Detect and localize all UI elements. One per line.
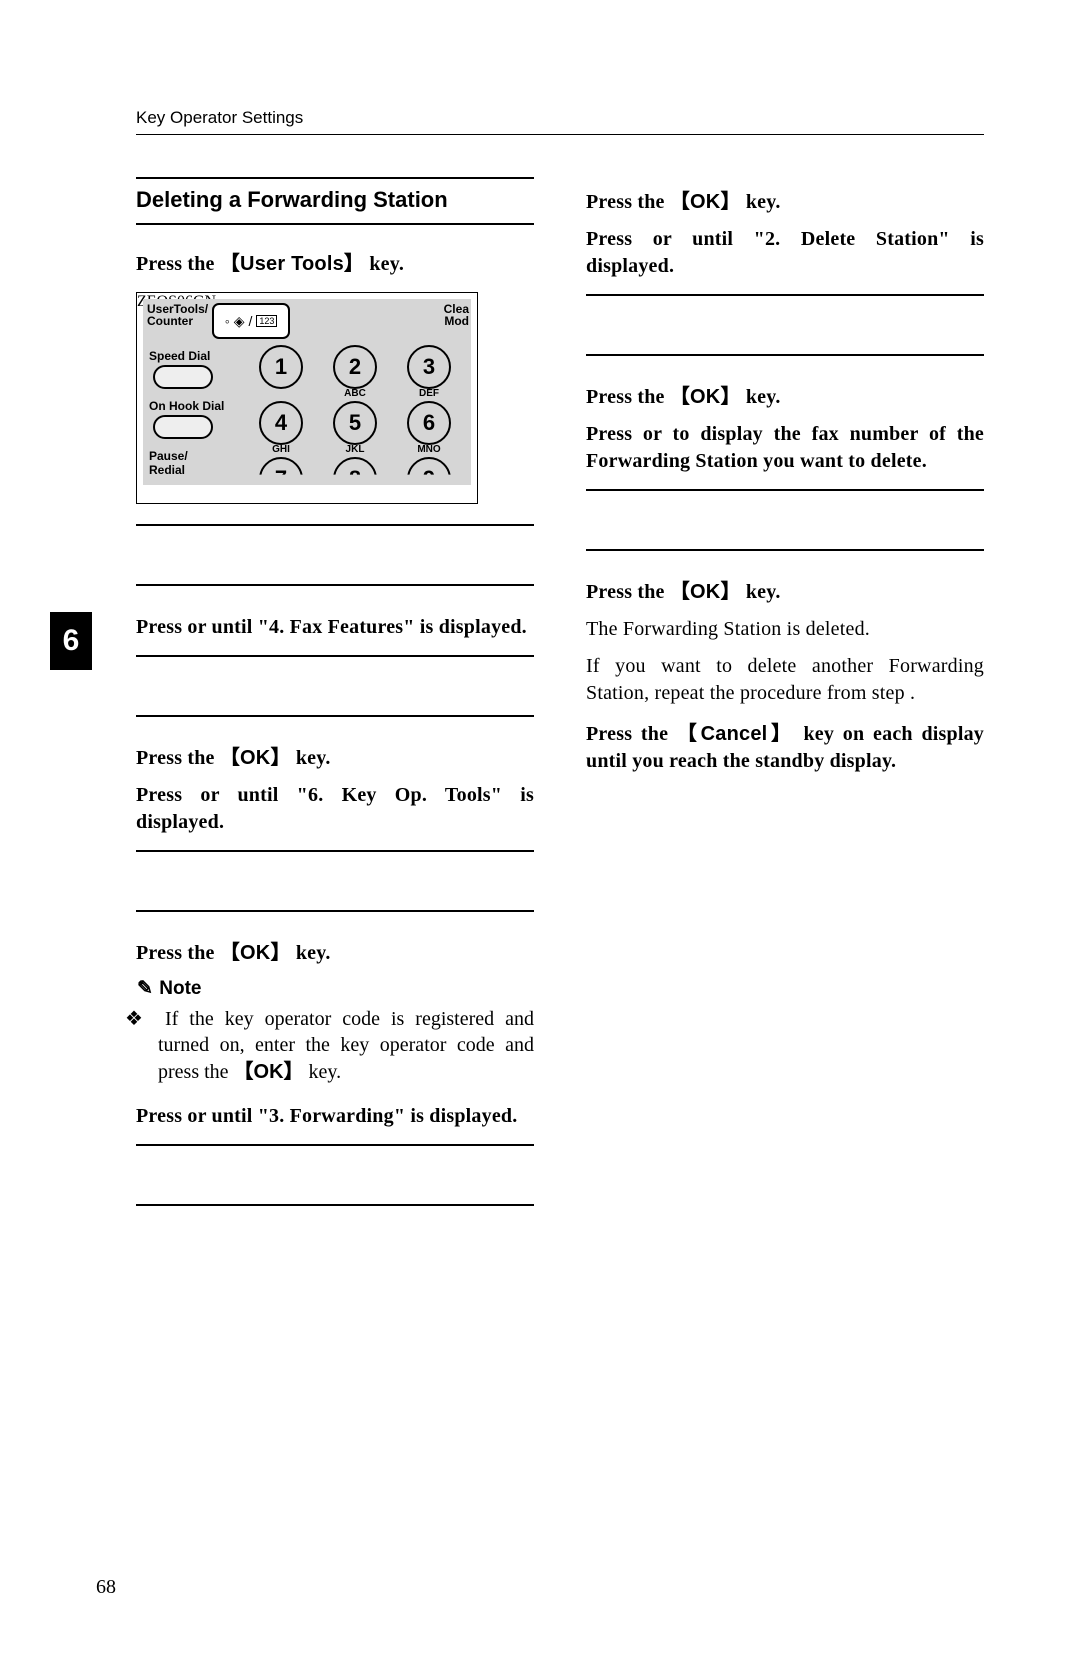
speed-dial-label: Speed Dial (149, 349, 245, 363)
keycap-ok: OK (670, 581, 741, 603)
result-text: The Forwarding Station is deleted. (586, 616, 984, 643)
header-rule (136, 134, 984, 135)
lcd-placeholder (136, 1144, 534, 1206)
keypad-figure: UserTools/Counter ◦◈/123 CleaMod Speed D… (136, 292, 478, 504)
key-7: 7 (253, 457, 309, 504)
lcd-placeholder (136, 524, 534, 586)
step-forwarding: Press or until "3. Forwarding" is displa… (136, 1103, 534, 1130)
subsection-header: Deleting a Forwarding Station (136, 177, 534, 225)
pencil-icon: ✎ (136, 977, 154, 1000)
text: key. (364, 253, 404, 275)
speed-dial-button (153, 365, 213, 389)
lcd-placeholder (586, 489, 984, 551)
key-2: 2ABC (327, 345, 383, 397)
step-delete-station: Press or until "2. Delete Station" is di… (586, 226, 984, 280)
usertools-label: UserTools/Counter (147, 303, 208, 327)
step-press-ok-1: Press the OK key. (136, 745, 534, 772)
keycap-cancel: Cancel (677, 723, 795, 745)
onhook-label: On Hook Dial (149, 399, 245, 413)
step-key-op-tools: Press or until "6. Key Op. Tools" is dis… (136, 782, 534, 836)
page-number: 68 (96, 1576, 116, 1599)
bulb-icon: ❖ (136, 1006, 154, 1032)
repeat-text: If you want to delete another Forwarding… (586, 653, 984, 707)
step-display-fax-number: Press or to display the fax number of th… (586, 421, 984, 475)
keycap-ok: OK (670, 386, 741, 408)
keycap-ok: OK (220, 942, 291, 964)
key-6: 6MNO (401, 401, 457, 453)
clear-modes-label: CleaMod (444, 303, 469, 327)
key-1: 1 (253, 345, 309, 397)
step-press-ok-2: Press the OK key. (136, 940, 534, 967)
step-fax-features: Press or until "4. Fax Features" is disp… (136, 614, 534, 641)
note-body: ❖ If the key operator code is registered… (158, 1006, 534, 1085)
keycap-ok: OK (670, 191, 741, 213)
key-8: 8 (327, 457, 383, 504)
onhook-button (153, 415, 213, 439)
usertools-button-graphic: ◦◈/123 (212, 303, 290, 339)
left-column: Deleting a Forwarding Station Press the … (136, 177, 534, 1234)
key-9: 9 (401, 457, 457, 504)
key-5: 5JKL (327, 401, 383, 453)
keycap-usertools: User Tools (220, 253, 364, 275)
keycap-ok: OK (234, 1061, 304, 1083)
numeric-keypad: 1 2ABC 3DEF 4GHI 5JKL 6MNO 7 8 9 (253, 345, 457, 504)
lcd-placeholder (586, 294, 984, 356)
key-3: 3DEF (401, 345, 457, 397)
running-header: Key Operator Settings (136, 108, 984, 128)
keycap-ok: OK (220, 747, 291, 769)
lcd-placeholder (136, 850, 534, 912)
note-heading: ✎ Note (136, 977, 534, 1000)
right-column: Press the OK key. Press or until "2. Del… (586, 177, 984, 1234)
step-press-ok-4: Press the OK key. (586, 384, 984, 411)
subsection-title: Deleting a Forwarding Station (136, 187, 448, 212)
step-press-usertools: Press the User Tools key. (136, 251, 534, 278)
chapter-tab: 6 (50, 612, 92, 670)
lcd-placeholder (136, 655, 534, 717)
step-press-ok-5: Press the OK key. (586, 579, 984, 606)
text: Press the (136, 253, 220, 275)
key-4: 4GHI (253, 401, 309, 453)
step-press-ok-3: Press the OK key. (586, 189, 984, 216)
pause-label: Pause/Redial (149, 449, 245, 477)
step-press-cancel: Press the Cancel key on each display unt… (586, 721, 984, 775)
